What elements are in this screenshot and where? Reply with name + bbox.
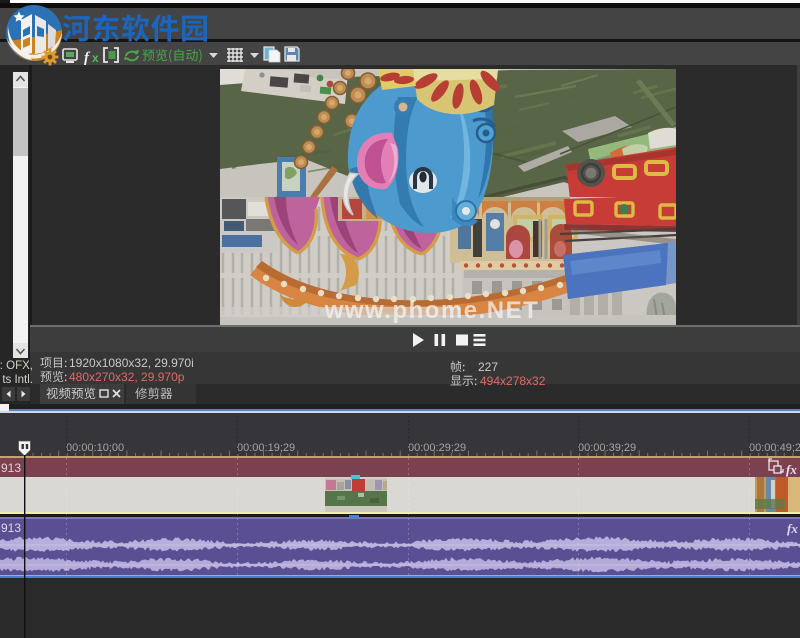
- svg-text:x: x: [92, 51, 99, 65]
- svg-text:fx: fx: [786, 462, 797, 477]
- svg-text:: OFX,: : OFX,: [0, 360, 33, 372]
- svg-text:494x278x32: 494x278x32: [480, 374, 546, 388]
- svg-text:913: 913: [1, 521, 21, 535]
- svg-text:00:00:19;29: 00:00:19;29: [237, 442, 295, 454]
- svg-text:ts Intl.: ts Intl.: [2, 374, 33, 386]
- svg-text:00:00:29;29: 00:00:29;29: [408, 442, 466, 454]
- svg-text:480x270x32, 29.970p: 480x270x32, 29.970p: [69, 370, 185, 384]
- svg-text:f: f: [84, 50, 91, 66]
- svg-text:1920x1080x32, 29.970i: 1920x1080x32, 29.970i: [69, 356, 194, 370]
- svg-text:fx: fx: [787, 521, 798, 536]
- svg-text:913: 913: [1, 461, 21, 475]
- svg-text:00:00:10;00: 00:00:10;00: [66, 442, 124, 454]
- svg-text:00:00:39;29: 00:00:39;29: [578, 442, 636, 454]
- svg-text:00:00:49;2: 00:00:49;2: [749, 442, 800, 454]
- svg-text:227: 227: [478, 360, 498, 374]
